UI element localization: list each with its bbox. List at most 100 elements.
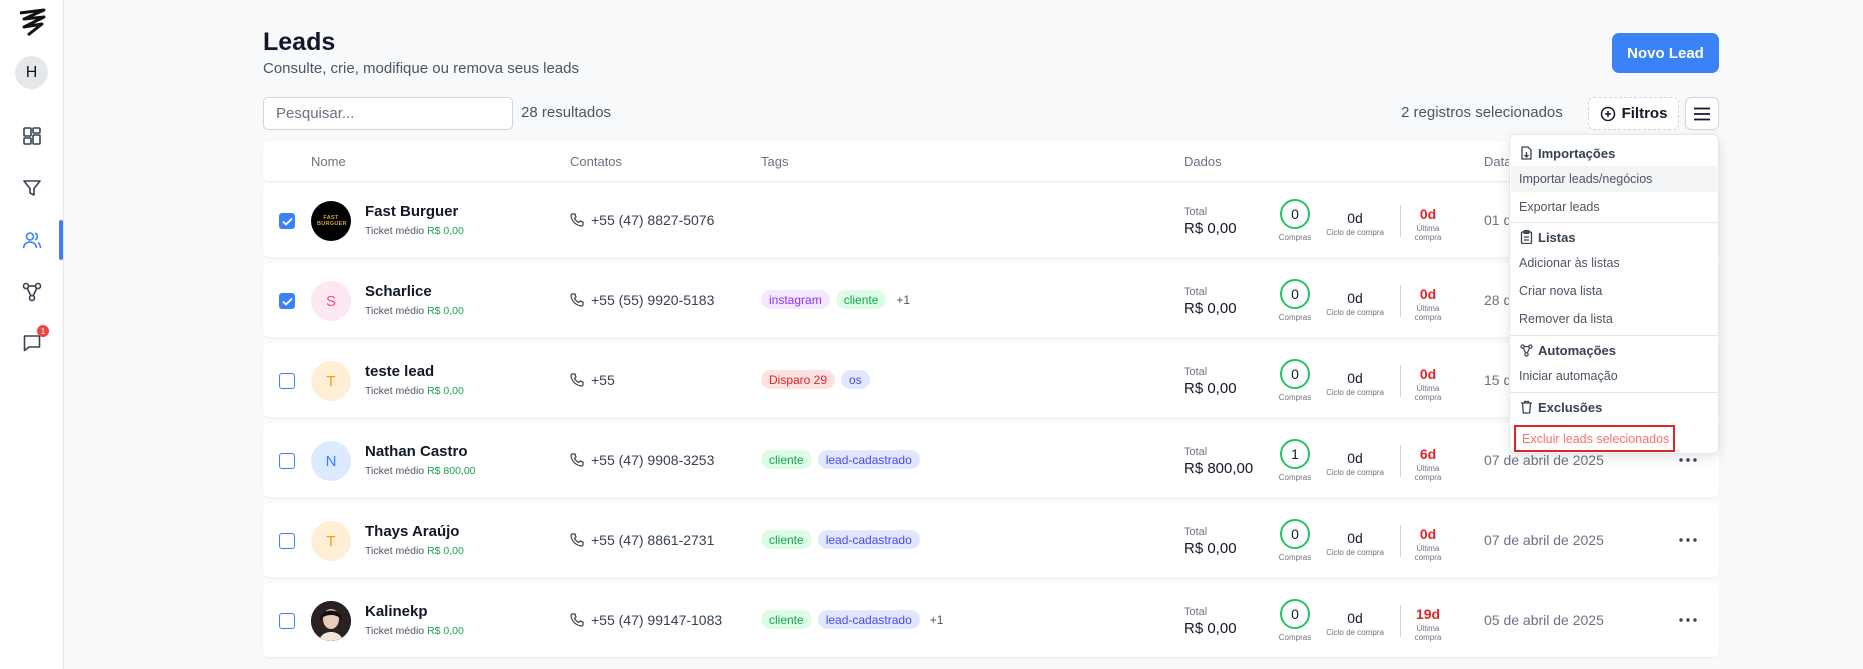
phone-number[interactable]: +55 (47) 8827-5076 — [591, 212, 714, 228]
phone-number[interactable]: +55 — [591, 372, 615, 388]
avatar-photo — [311, 601, 351, 641]
compras-label: Compras — [1278, 233, 1312, 242]
tag[interactable]: cliente — [761, 450, 812, 469]
divider — [1400, 525, 1401, 557]
table-row[interactable]: T Thays Araújo Ticket médio R$ 0,00 +55 (47… — [263, 503, 1719, 577]
row-checkbox[interactable] — [279, 613, 295, 629]
tag[interactable]: lead-cadastrado — [817, 450, 920, 469]
automation-icon[interactable] — [18, 278, 46, 306]
tag[interactable]: lead-cadastrado — [817, 530, 920, 549]
column-contacts[interactable]: Contatos — [570, 154, 622, 169]
automation-icon — [1520, 343, 1533, 357]
page-title: Leads — [263, 28, 336, 56]
tag-list: cliente lead-cadastrado — [761, 450, 920, 469]
phone-number[interactable]: +55 (47) 8861-2731 — [591, 532, 714, 548]
menu-button[interactable] — [1685, 97, 1719, 130]
phone-number[interactable]: +55 (47) 9908-3253 — [591, 452, 714, 468]
ultima-compra-label: Última compra — [1406, 544, 1450, 562]
filter-label: Filtros — [1621, 105, 1668, 122]
total-label: Total — [1184, 366, 1208, 378]
phone-number[interactable]: +55 (47) 99147-1083 — [591, 612, 722, 628]
tag[interactable]: Disparo 29 — [761, 370, 836, 389]
menu-criar-lista[interactable]: Criar nova lista — [1519, 284, 1602, 298]
section-label: Importações — [1538, 145, 1616, 161]
new-lead-button[interactable]: Novo Lead — [1612, 33, 1719, 73]
avatar-logo-text: FAST BURGUER — [317, 215, 347, 227]
menu-importar-leads[interactable]: Importar leads/negócios — [1511, 166, 1717, 192]
avatar: S — [311, 281, 351, 321]
avatar-initial: S — [325, 292, 336, 310]
tag-more[interactable]: +1 — [896, 293, 910, 307]
row-checkbox[interactable] — [279, 213, 295, 229]
filter-button[interactable]: Filtros — [1588, 97, 1679, 130]
lead-name[interactable]: Scharlice — [365, 283, 432, 300]
menu-iniciar-automacao[interactable]: Iniciar automação — [1519, 369, 1618, 383]
column-name[interactable]: Nome — [311, 154, 346, 169]
avatar-initial: T — [326, 532, 336, 550]
tag[interactable]: os — [841, 370, 870, 389]
menu-excluir-leads[interactable]: Excluir leads selecionados — [1514, 425, 1675, 452]
column-date[interactable]: Data — [1484, 154, 1511, 169]
logo-icon[interactable] — [16, 6, 48, 38]
ultima-label-1: Última — [1416, 544, 1440, 553]
table-row[interactable]: S Scharlice Ticket médio R$ 0,00 +55 (55) 9… — [263, 263, 1719, 337]
phone-icon — [570, 373, 584, 387]
ticket-label: Ticket médio — [365, 305, 425, 317]
table-row[interactable]: Kalinekp Ticket médio R$ 0,00 +55 (47) 991… — [263, 583, 1719, 657]
menu-adicionar-listas[interactable]: Adicionar às listas — [1519, 256, 1620, 270]
column-tags[interactable]: Tags — [761, 154, 788, 169]
tag-list: instagram cliente +1 — [761, 290, 910, 309]
ultima-compra-label: Última compra — [1406, 224, 1450, 242]
section-importacoes: Importações — [1520, 143, 1615, 163]
lead-name[interactable]: Thays Araújo — [365, 523, 459, 540]
divider — [1400, 445, 1401, 477]
user-avatar[interactable]: H — [15, 56, 48, 89]
tag-more[interactable]: +1 — [930, 613, 944, 627]
tag-list: cliente lead-cadastrado — [761, 530, 920, 549]
tag[interactable]: lead-cadastrado — [817, 610, 920, 629]
ticket-label: Ticket médio — [365, 625, 425, 637]
ciclo-value: 0d — [1347, 610, 1363, 626]
tag[interactable]: cliente — [835, 290, 887, 309]
phone-number[interactable]: +55 (55) 9920-5183 — [591, 292, 714, 308]
avatar: T — [311, 521, 351, 561]
tag[interactable]: cliente — [761, 610, 812, 629]
lead-name[interactable]: Nathan Castro — [365, 443, 468, 460]
dashboard-icon[interactable] — [18, 122, 46, 150]
ultima-label-1: Última — [1416, 464, 1440, 473]
ultima-compra-value: 0d — [1419, 286, 1437, 302]
more-options-icon[interactable] — [1678, 611, 1698, 629]
more-options-icon[interactable] — [1678, 531, 1698, 549]
ticket-value: R$ 0,00 — [427, 545, 464, 557]
table-row[interactable]: FAST BURGUER Fast Burguer Ticket médio R$ … — [263, 183, 1719, 257]
tag[interactable]: instagram — [761, 290, 830, 309]
search-input[interactable] — [263, 97, 513, 130]
ticket-label: Ticket médio — [365, 465, 425, 477]
lead-name[interactable]: Kalinekp — [365, 603, 428, 620]
row-checkbox[interactable] — [279, 533, 295, 549]
lead-name[interactable]: Fast Burguer — [365, 203, 458, 220]
funnel-icon[interactable] — [18, 174, 46, 202]
ticket-medio: Ticket médio R$ 800,00 — [365, 465, 476, 477]
created-date: 05 de abril de 2025 — [1484, 612, 1604, 628]
compras-count: 1 — [1280, 439, 1310, 469]
trash-icon — [1520, 400, 1533, 414]
divider — [1400, 205, 1401, 237]
table-row[interactable]: Tteste lead Ticket médio R$ 0,00 +55 Dispar… — [263, 343, 1719, 417]
total-value: R$ 800,00 — [1184, 460, 1254, 477]
menu-remover-lista[interactable]: Remover da lista — [1519, 312, 1613, 326]
ultima-compra-value: 0d — [1419, 206, 1437, 222]
table-row[interactable]: N Nathan Castro Ticket médio R$ 800,00 +55 … — [263, 423, 1719, 497]
column-data[interactable]: Dados — [1184, 154, 1222, 169]
menu-exportar-leads[interactable]: Exportar leads — [1519, 200, 1600, 214]
row-checkbox[interactable] — [279, 453, 295, 469]
row-checkbox[interactable] — [279, 293, 295, 309]
compras-count: 0 — [1280, 199, 1310, 229]
row-checkbox[interactable] — [279, 373, 295, 389]
check-icon — [281, 217, 293, 226]
tag[interactable]: cliente — [761, 530, 812, 549]
users-icon[interactable] — [18, 226, 46, 254]
lead-name[interactable]: teste lead — [365, 363, 434, 380]
ticket-label: Ticket médio — [365, 545, 425, 557]
phone-icon — [570, 293, 584, 307]
